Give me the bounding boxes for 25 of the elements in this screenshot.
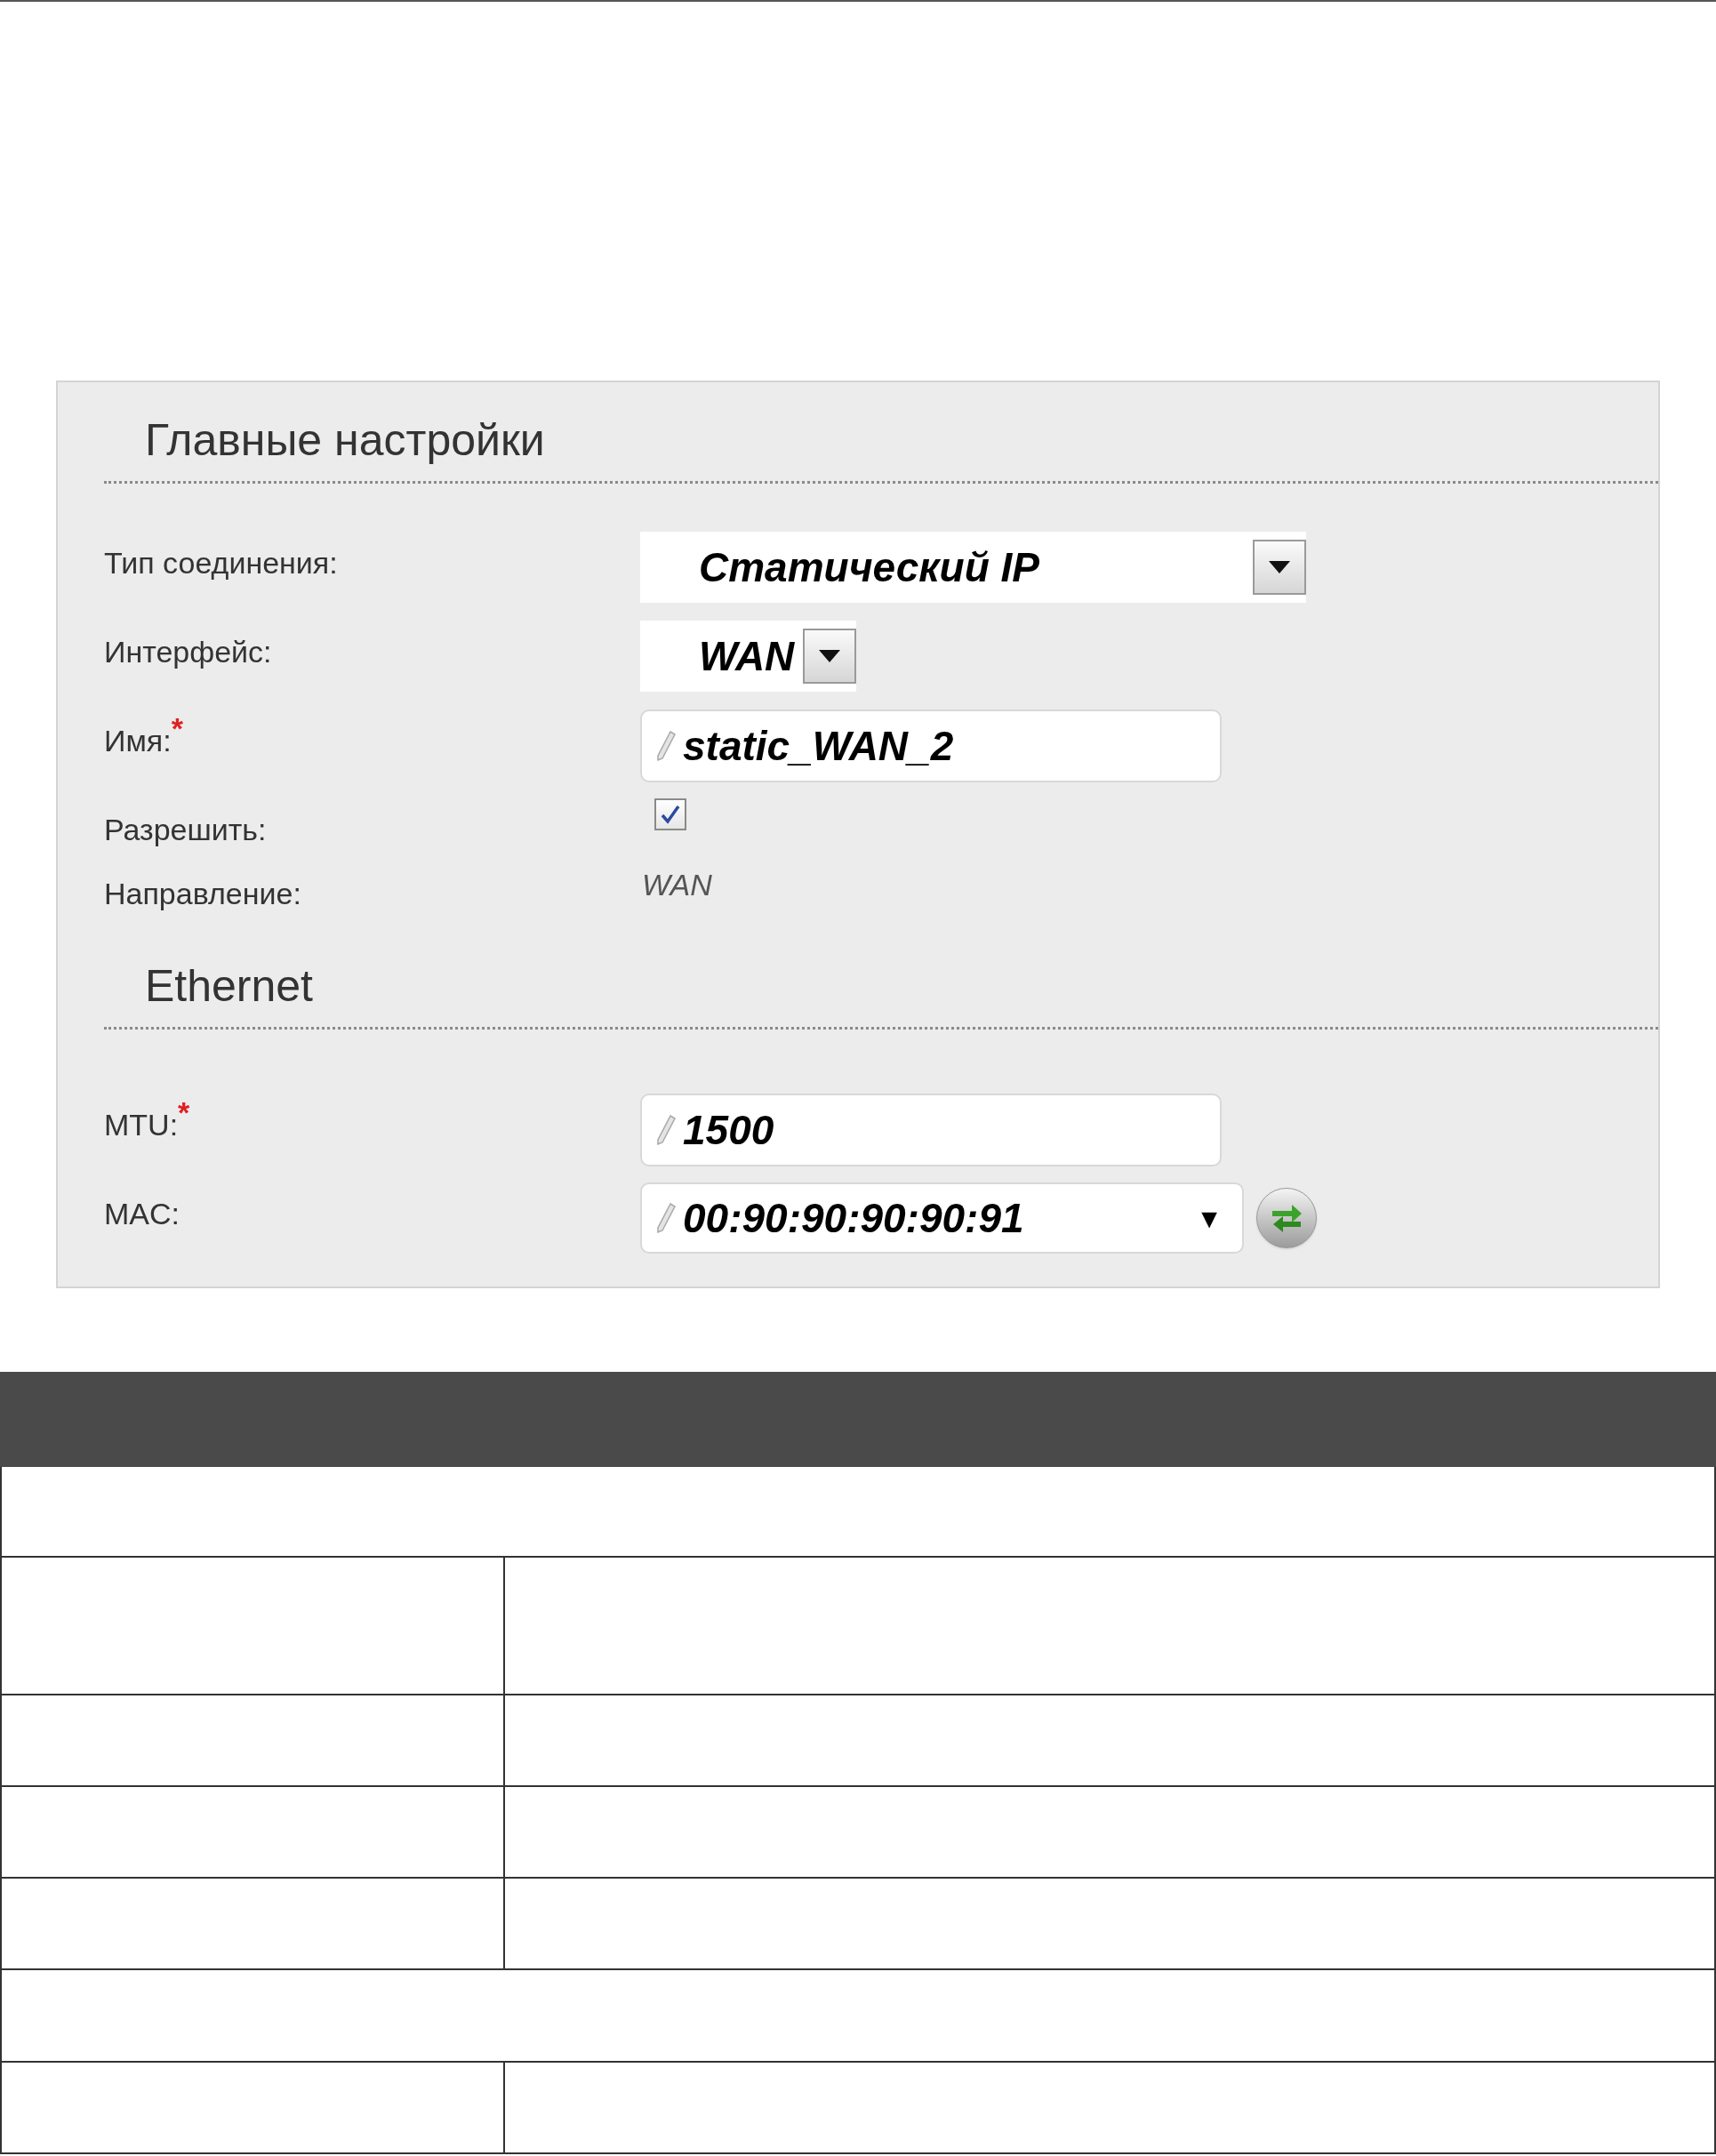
field-label: Тип соединения: — [104, 546, 338, 580]
required-asterisk: * — [171, 711, 183, 745]
field-label: MAC: — [104, 1197, 180, 1230]
required-asterisk: * — [178, 1095, 190, 1129]
pencil-icon — [654, 1112, 678, 1148]
pencil-icon — [654, 728, 678, 764]
direction-value: WAN — [641, 867, 712, 903]
caret-icon — [819, 650, 841, 662]
field-label: Интерфейс: — [104, 635, 272, 669]
field-label: Имя: — [104, 724, 172, 757]
pencil-icon — [654, 1200, 678, 1236]
caret-icon — [1269, 561, 1290, 573]
dropdown[interactable]: WAN — [640, 621, 857, 692]
field-label: MTU: — [104, 1108, 179, 1142]
input-field[interactable]: static_WAN_2 — [640, 709, 1222, 782]
combo-field[interactable]: 00:90:90:90:90:91 ▼ — [640, 1182, 1244, 1254]
field-label: Разрешить: — [104, 813, 267, 846]
checkbox[interactable] — [654, 798, 686, 830]
section-heading: Ethernet — [145, 961, 313, 1011]
input-field[interactable]: 1500 — [640, 1094, 1222, 1166]
dropdown[interactable]: Статический IP — [640, 532, 1306, 603]
field-label: Направление: — [104, 877, 301, 910]
checkmark-icon — [660, 804, 681, 825]
refresh-button[interactable] — [1256, 1188, 1317, 1248]
section-heading: Главные настройки — [145, 415, 545, 465]
